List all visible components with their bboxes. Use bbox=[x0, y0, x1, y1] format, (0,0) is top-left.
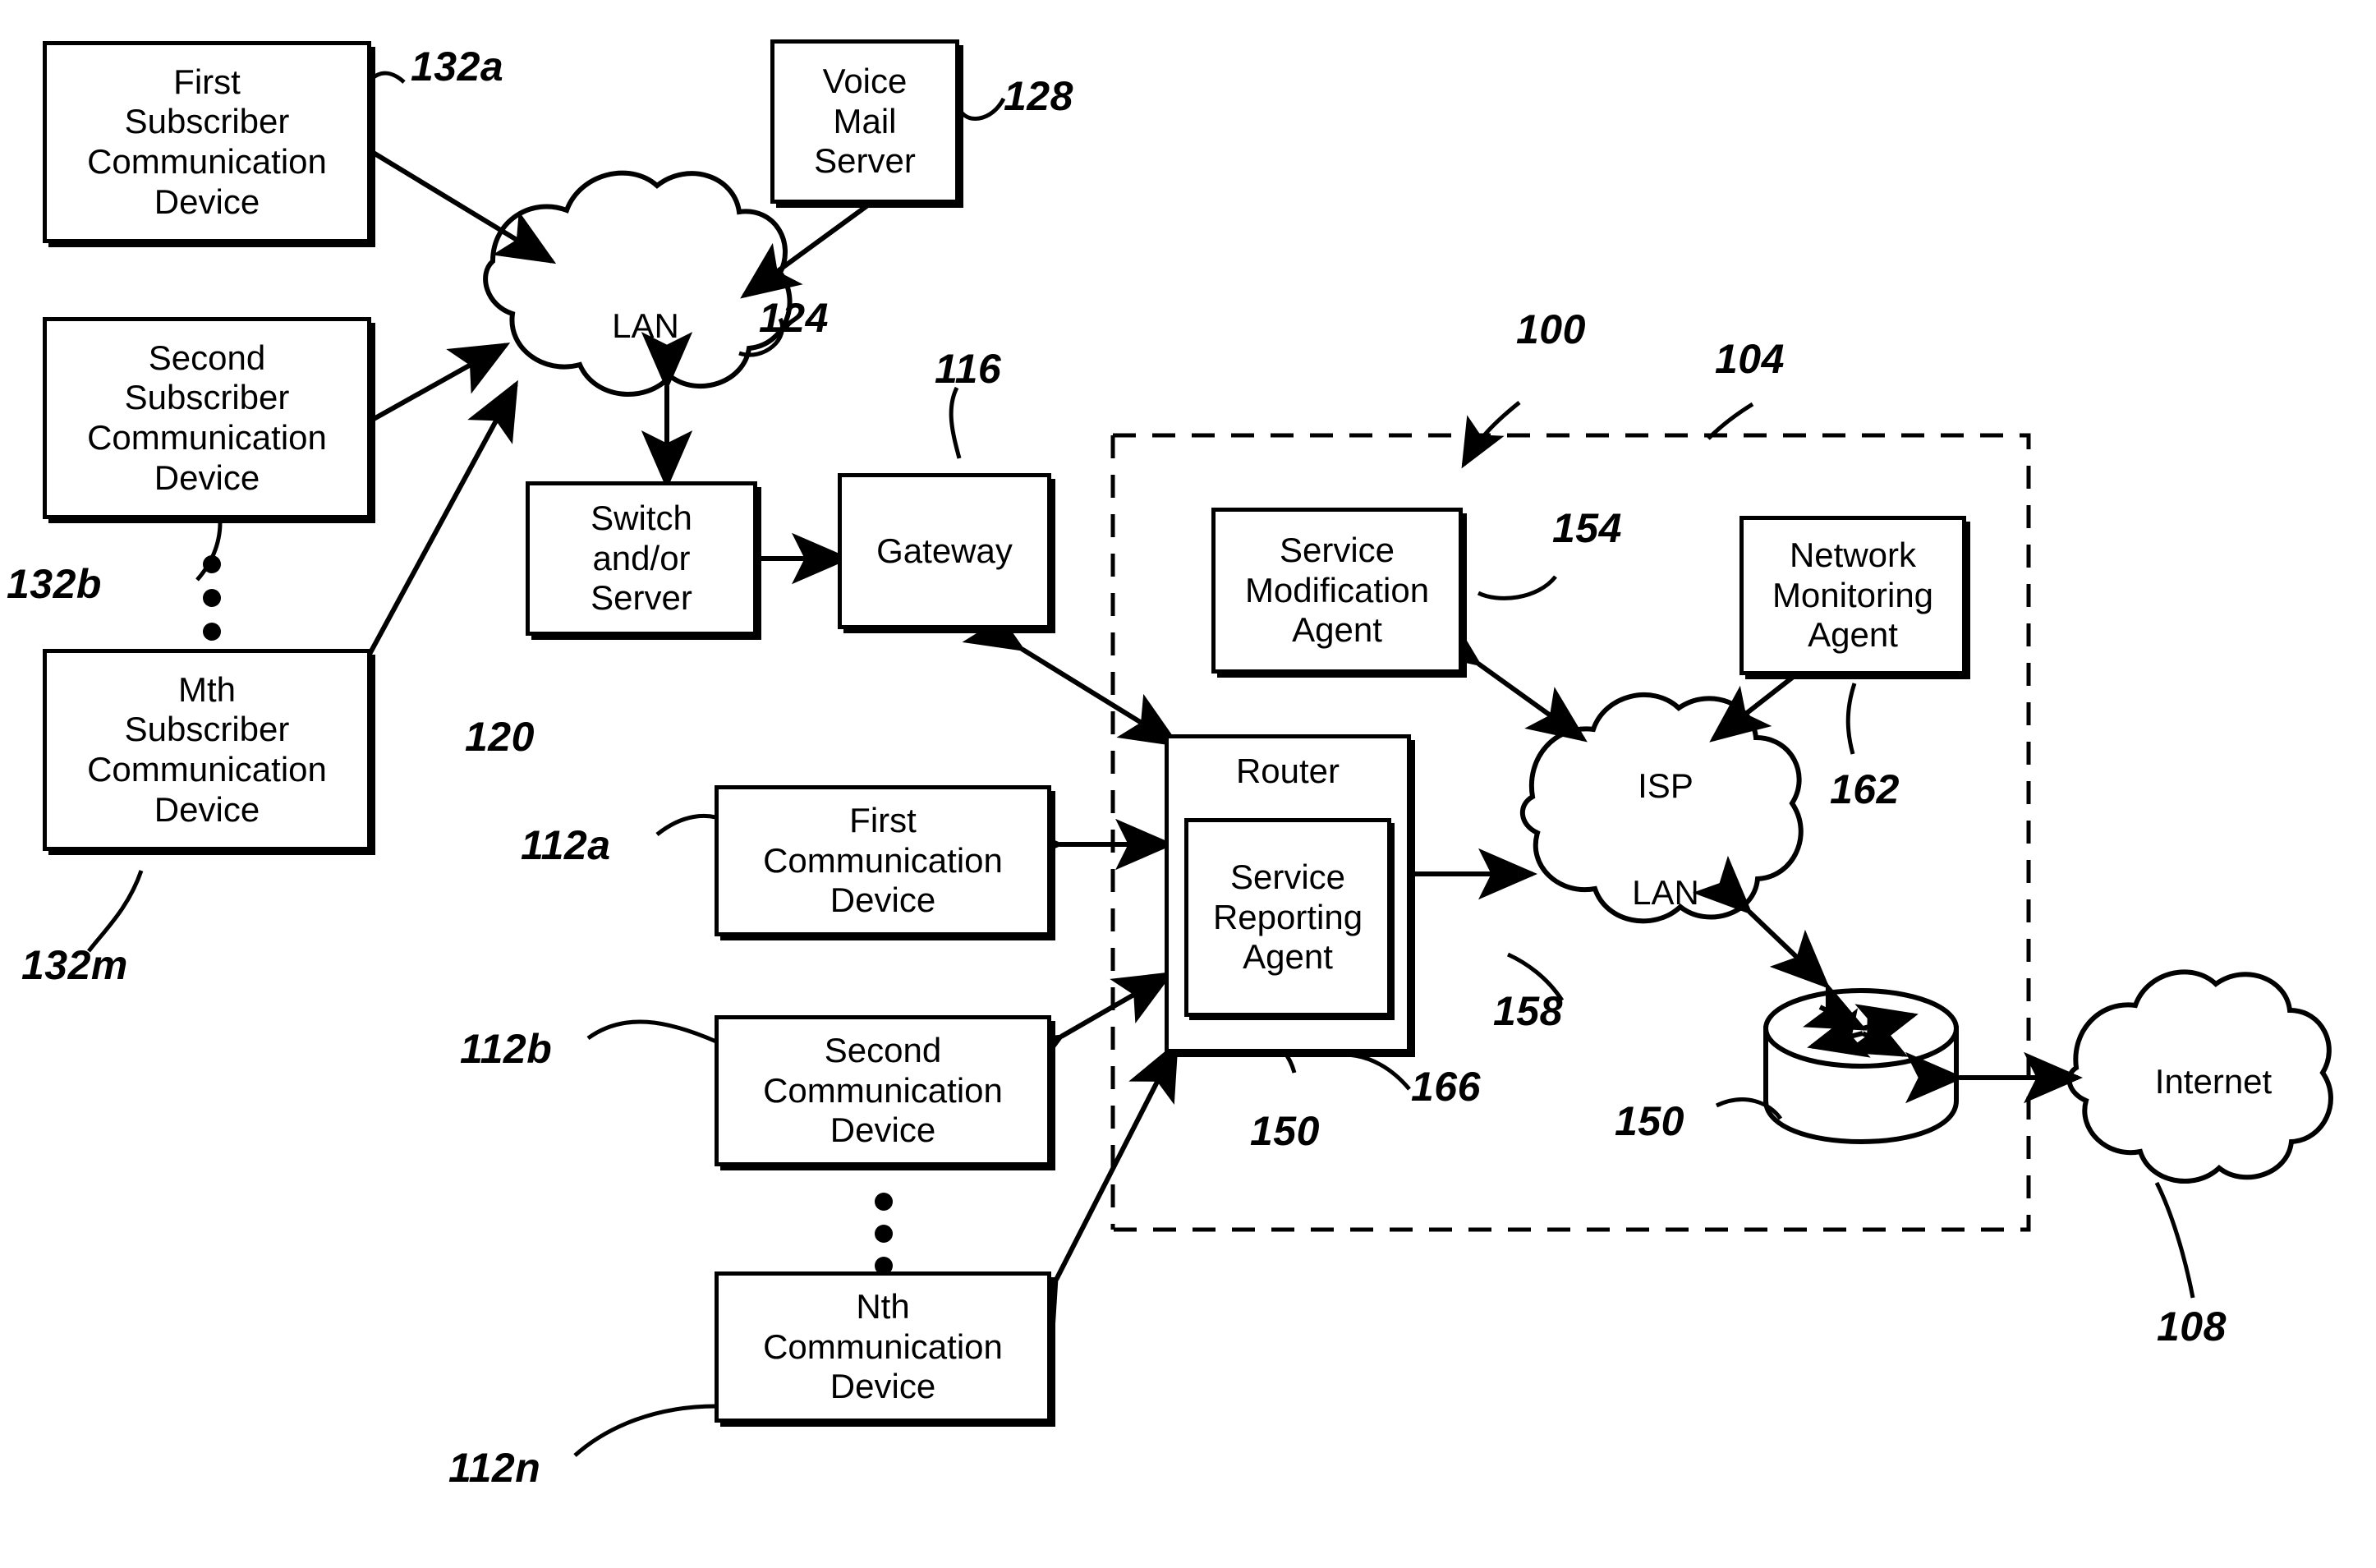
ref-120: 120 bbox=[465, 714, 535, 760]
node-label: Voice Mail Server bbox=[814, 61, 916, 181]
ref-154: 154 bbox=[1552, 505, 1622, 551]
link-gateway-router bbox=[962, 598, 1181, 747]
node-label: Second Subscriber Communication Device bbox=[87, 338, 327, 497]
isp-router-cylinder bbox=[1763, 981, 1959, 1145]
leader-112b bbox=[586, 1019, 717, 1044]
ref-132m: 132m bbox=[21, 942, 128, 988]
node-second-subscriber-communication-device[interactable]: Second Subscriber Communication Device bbox=[43, 317, 371, 519]
cloud-label-internet: Internet bbox=[2154, 1062, 2273, 1101]
ref-162: 162 bbox=[1830, 766, 1900, 812]
leader-104 bbox=[1707, 402, 1754, 440]
node-label: First Subscriber Communication Device bbox=[87, 62, 327, 221]
link-second-commdev-router bbox=[1001, 972, 1174, 1086]
link-voicemail-lan bbox=[740, 149, 931, 299]
node-voice-mail-server[interactable]: Voice Mail Server bbox=[770, 39, 959, 204]
node-label: Router bbox=[1235, 752, 1340, 790]
node-service-reporting-agent[interactable]: Service Reporting Agent bbox=[1184, 818, 1391, 1017]
node-mth-subscriber-communication-device[interactable]: Mth Subscriber Communication Device bbox=[43, 649, 371, 851]
leader-132m bbox=[87, 870, 144, 953]
leader-128 bbox=[957, 97, 1006, 121]
ref-116: 116 bbox=[935, 346, 1002, 392]
link-isplan-isprouter bbox=[1692, 855, 1831, 990]
node-network-monitoring-agent[interactable]: Network Monitoring Agent bbox=[1739, 516, 1966, 675]
node-label: Second Communication Device bbox=[763, 1030, 1003, 1150]
link-netmon-isplan bbox=[1709, 621, 1854, 743]
node-label: Mth Subscriber Communication Device bbox=[87, 669, 327, 829]
leader-162 bbox=[1845, 683, 1857, 755]
link-nth-commdev-router bbox=[1009, 1040, 1179, 1340]
link-mth-subscriber-lan bbox=[319, 379, 518, 717]
leader-116 bbox=[949, 386, 962, 459]
leader-112n bbox=[573, 1404, 717, 1457]
cloud-label-isp-lan: ISP LAN bbox=[1632, 766, 1699, 913]
subscriber-devices-ellipsis bbox=[202, 555, 222, 641]
leader-166 bbox=[1343, 1052, 1411, 1091]
cloud-label-lan: LAN bbox=[612, 306, 679, 345]
leader-150-isp bbox=[1715, 1097, 1783, 1120]
leader-100 bbox=[1461, 401, 1521, 469]
node-first-subscriber-communication-device[interactable]: First Subscriber Communication Device bbox=[43, 41, 371, 243]
leader-108 bbox=[2154, 1181, 2195, 1299]
node-gateway[interactable]: Gateway bbox=[838, 473, 1051, 629]
leader-154 bbox=[1477, 575, 1557, 600]
ref-158: 158 bbox=[1493, 988, 1563, 1034]
node-label: Nth Communication Device bbox=[763, 1286, 1003, 1406]
communication-devices-ellipsis bbox=[874, 1193, 894, 1275]
ref-166: 166 bbox=[1411, 1064, 1481, 1110]
ref-128: 128 bbox=[1004, 73, 1073, 119]
node-second-communication-device[interactable]: Second Communication Device bbox=[715, 1015, 1051, 1166]
ref-108: 108 bbox=[2157, 1304, 2227, 1350]
ref-112n: 112n bbox=[448, 1445, 541, 1491]
link-second-subscriber-lan bbox=[308, 343, 511, 471]
ref-132b: 132b bbox=[7, 561, 102, 607]
ref-150-router: 150 bbox=[1250, 1108, 1320, 1154]
node-switch-and-or-server[interactable]: Switch and/or Server bbox=[526, 481, 757, 636]
node-label: Service Reporting Agent bbox=[1212, 857, 1363, 977]
node-label: Service Modification Agent bbox=[1244, 530, 1430, 650]
node-service-modification-agent[interactable]: Service Modification Agent bbox=[1211, 508, 1463, 674]
node-nth-communication-device[interactable]: Nth Communication Device bbox=[715, 1271, 1051, 1423]
node-label: Gateway bbox=[876, 531, 1013, 570]
node-first-communication-device[interactable]: First Communication Device bbox=[715, 785, 1051, 936]
ref-132a: 132a bbox=[411, 44, 504, 90]
ref-150-isp: 150 bbox=[1615, 1098, 1684, 1144]
node-label: Network Monitoring Agent bbox=[1772, 535, 1934, 655]
ref-112b: 112b bbox=[460, 1026, 553, 1072]
ref-124: 124 bbox=[759, 295, 829, 341]
ref-100: 100 bbox=[1516, 306, 1586, 352]
patent-figure: First Subscriber Communication Device Se… bbox=[0, 0, 2376, 1568]
ref-112a: 112a bbox=[521, 822, 611, 868]
ref-104: 104 bbox=[1715, 336, 1785, 382]
link-servicemod-isplan bbox=[1419, 611, 1588, 743]
node-label: First Communication Device bbox=[763, 800, 1003, 920]
link-first-subscriber-lan bbox=[308, 99, 557, 264]
lan-cloud-shape bbox=[483, 170, 793, 397]
node-label: Switch and/or Server bbox=[591, 498, 692, 618]
